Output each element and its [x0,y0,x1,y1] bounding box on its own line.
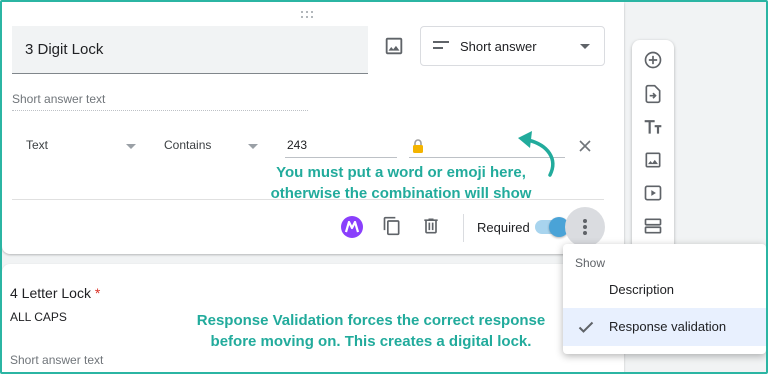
lock-emoji-icon [413,139,423,153]
annotation-bottom-line2: before moving on. This creates a digital… [210,333,532,350]
add-image-icon[interactable] [383,35,405,57]
required-asterisk: * [94,285,101,301]
answer-placeholder: Short answer text [12,91,308,111]
annotation-bottom: Response Validation forces the correct r… [176,310,566,352]
validation-text-value: 243 [287,138,308,152]
validation-condition-select[interactable]: Contains [154,134,264,158]
check-icon [578,321,594,333]
question2-title-text: 4 Letter Lock [10,285,91,301]
menu-item-label: Response validation [609,319,727,334]
more-options-menu: Show Description Response validation [563,244,766,354]
add-image-icon[interactable] [643,150,663,170]
footer-divider [12,199,604,200]
add-section-icon[interactable] [643,216,663,236]
menu-item-description[interactable]: Description [563,274,766,308]
question-title-text: 3 Digit Lock [25,41,104,58]
question2-answer-placeholder: Short answer text [10,353,104,367]
menu-item-response-validation[interactable]: Response validation [563,308,766,346]
annotation-top-line2: otherwise the combination will show [270,185,532,202]
question2-description: ALL CAPS [10,310,67,324]
floating-toolbar [632,40,674,252]
question-title-input[interactable]: 3 Digit Lock [12,26,368,74]
validation-type-value: Text [26,138,49,152]
annotation-top: You must put a word or emoji here, other… [242,162,560,204]
extension-icon[interactable] [341,216,363,238]
validation-text-input[interactable]: 243 [285,134,397,158]
menu-item-label: Description [609,282,675,297]
menu-header: Show [575,256,606,270]
footer-separator [463,214,464,242]
question-type-dropdown[interactable]: Short answer [420,26,605,66]
annotation-top-line1: You must put a word or emoji here, [276,164,526,181]
more-vert-icon [583,219,587,223]
validation-type-select[interactable]: Text [16,134,140,158]
chevron-down-icon [126,144,136,149]
duplicate-icon[interactable] [382,216,402,236]
more-options-button[interactable] [565,207,605,247]
chevron-down-icon [248,144,258,149]
add-video-icon[interactable] [643,183,663,203]
drag-handle-icon[interactable] [301,11,317,19]
question2-title: 4 Letter Lock * [10,285,100,301]
delete-icon[interactable] [421,216,441,236]
question-type-label: Short answer [460,39,537,54]
required-label: Required [477,220,530,235]
question-card-3-digit-lock[interactable]: 3 Digit Lock Short answer Short answer t… [2,2,624,254]
short-answer-icon [433,41,449,51]
add-question-icon[interactable] [643,50,663,70]
import-questions-icon[interactable] [643,84,663,104]
add-title-icon[interactable] [643,117,663,137]
chevron-down-icon [580,44,590,49]
close-icon[interactable] [577,138,593,154]
required-toggle[interactable] [535,217,569,237]
validation-condition-value: Contains [164,138,212,152]
annotation-bottom-line1: Response Validation forces the correct r… [196,312,546,329]
